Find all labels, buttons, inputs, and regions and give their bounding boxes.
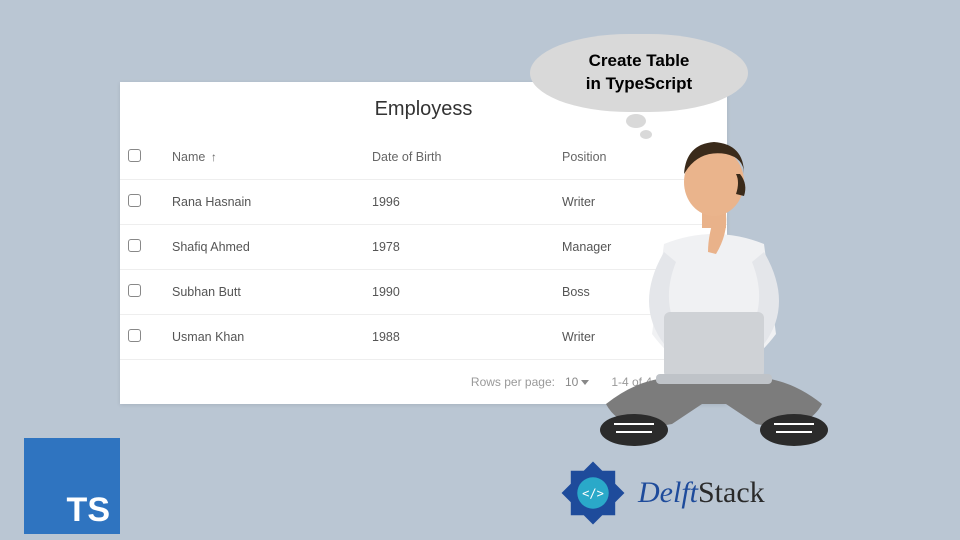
rows-per-page: Rows per page: 10	[471, 375, 589, 389]
row-checkbox[interactable]	[128, 284, 141, 297]
header-name-label: Name	[172, 150, 205, 164]
svg-text:</>: </>	[582, 487, 604, 501]
brand-part2: Stack	[698, 476, 765, 509]
person-illustration	[576, 134, 852, 460]
thought-line1: Create Table	[589, 51, 690, 70]
row-checkbox[interactable]	[128, 194, 141, 207]
arrow-up-icon: ↑	[211, 150, 217, 164]
delftstack-text: DelftStack	[638, 476, 765, 510]
cell-name: Subhan Butt	[164, 270, 364, 315]
cell-name: Usman Khan	[164, 315, 364, 360]
row-checkbox[interactable]	[128, 239, 141, 252]
cell-dob: 1996	[364, 180, 554, 225]
rows-per-page-label: Rows per page:	[471, 375, 555, 389]
ts-badge-text: TS	[67, 491, 110, 530]
thought-bubble: Create Table in TypeScript	[530, 34, 760, 134]
header-name[interactable]: Name ↑	[164, 135, 364, 180]
header-checkbox-cell	[120, 135, 164, 180]
thought-bubble-text: Create Table in TypeScript	[530, 34, 748, 112]
cell-dob: 1978	[364, 225, 554, 270]
cell-name: Shafiq Ahmed	[164, 225, 364, 270]
brand-part1: Delft	[638, 476, 698, 509]
bubble-dot-icon	[626, 114, 646, 128]
typescript-badge: TS	[24, 438, 120, 534]
select-all-checkbox[interactable]	[128, 149, 141, 162]
cell-name: Rana Hasnain	[164, 180, 364, 225]
cell-dob: 1988	[364, 315, 554, 360]
delftstack-brand: </> DelftStack	[556, 456, 765, 530]
row-checkbox[interactable]	[128, 329, 141, 342]
thought-line2: in TypeScript	[586, 74, 692, 93]
header-dob[interactable]: Date of Birth	[364, 135, 554, 180]
delftstack-logo-icon: </>	[556, 456, 630, 530]
cell-dob: 1990	[364, 270, 554, 315]
